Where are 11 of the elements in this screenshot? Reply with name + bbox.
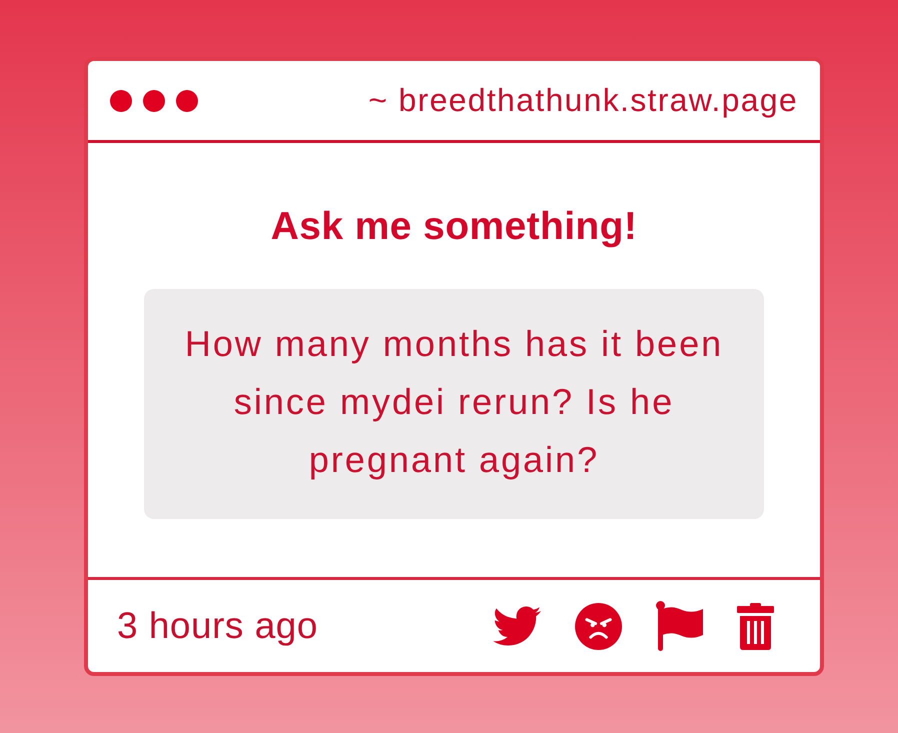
flag-icon[interactable] [656, 601, 703, 651]
angry-face-icon[interactable] [575, 602, 622, 650]
heading: Ask me something! [270, 205, 638, 249]
timestamp: 3 hours ago [117, 605, 318, 647]
window-dot-icon [110, 90, 132, 112]
trash-icon[interactable] [737, 602, 774, 650]
question-box: How many months has it been since mydei rerun? Is he pregnant again? [144, 289, 764, 519]
address-text: ~ breedthathunk.straw.page [368, 82, 798, 119]
window-dot-icon [176, 90, 198, 112]
bird-icon[interactable] [493, 606, 541, 646]
window-dot-icon [143, 90, 165, 112]
